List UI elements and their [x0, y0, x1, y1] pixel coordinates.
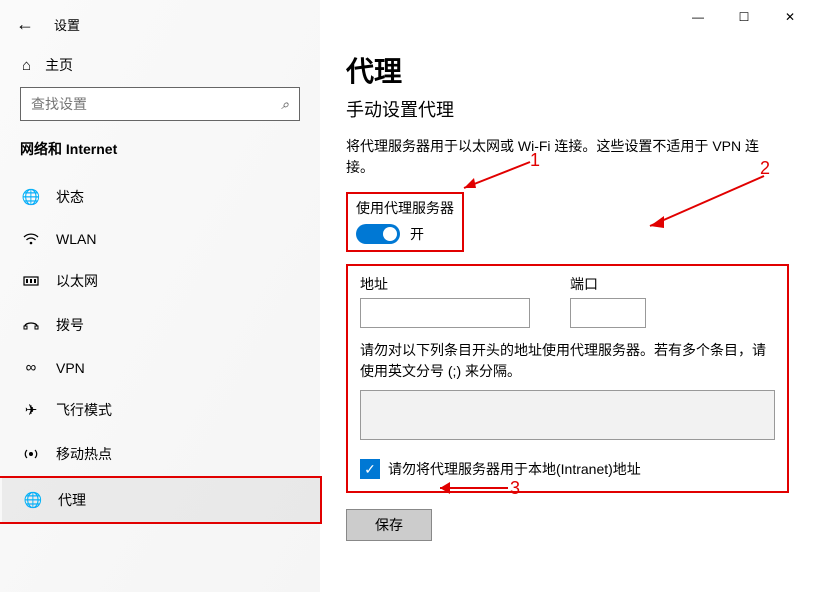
- intranet-checkbox-label: 请勿将代理服务器用于本地(Intranet)地址: [388, 459, 641, 479]
- search-icon: ⌕: [281, 96, 289, 113]
- toggle-label: 使用代理服务器: [356, 198, 454, 218]
- airplane-icon: ✈: [22, 401, 40, 419]
- sidebar-item-ethernet[interactable]: 以太网: [0, 259, 320, 303]
- minimize-button[interactable]: —: [675, 2, 721, 32]
- nav-list: 🌐 状态 WLAN 以太网 拨号 ∞ VPN ✈ 飞行模式: [0, 175, 320, 524]
- sidebar-item-label: 状态: [56, 187, 84, 207]
- proxy-details-group: 地址 端口 请勿对以下列条目开头的地址使用代理服务器。若有多个条目，请使用英文分…: [346, 264, 789, 493]
- sidebar-item-home[interactable]: ⌂ 主页: [0, 47, 320, 87]
- sidebar-item-status[interactable]: 🌐 状态: [0, 175, 320, 219]
- sidebar-item-vpn[interactable]: ∞ VPN: [0, 347, 320, 388]
- intranet-checkbox[interactable]: ✓: [360, 459, 380, 479]
- home-icon: ⌂: [22, 57, 31, 74]
- search-input[interactable]: [31, 96, 281, 112]
- search-box[interactable]: ⌕: [20, 87, 300, 121]
- sidebar-item-airplane[interactable]: ✈ 飞行模式: [0, 388, 320, 432]
- proxy-toggle-group: 使用代理服务器 开: [346, 192, 464, 252]
- address-label: 地址: [360, 274, 530, 294]
- sidebar-item-label: 飞行模式: [56, 400, 112, 420]
- sidebar-item-label: 代理: [58, 490, 86, 510]
- vpn-icon: ∞: [22, 359, 40, 376]
- port-label: 端口: [570, 274, 646, 294]
- toggle-state-label: 开: [410, 224, 424, 244]
- sidebar: ← 设置 ⌂ 主页 ⌕ 网络和 Internet 🌐 状态 WLAN 以太网: [0, 0, 320, 592]
- sidebar-item-label: 以太网: [56, 271, 98, 291]
- address-input[interactable]: [360, 298, 530, 328]
- sidebar-item-dialup[interactable]: 拨号: [0, 303, 320, 347]
- wifi-icon: [22, 232, 40, 246]
- bypass-textarea[interactable]: [360, 390, 775, 440]
- section-description: 将代理服务器用于以太网或 Wi-Fi 连接。这些设置不适用于 VPN 连接。: [346, 136, 776, 178]
- sidebar-item-label: WLAN: [56, 231, 96, 247]
- category-label: 网络和 Internet: [0, 139, 320, 169]
- arrow-2: [640, 172, 770, 235]
- content-area: — ☐ ✕ 代理 手动设置代理 将代理服务器用于以太网或 Wi-Fi 连接。这些…: [320, 0, 815, 592]
- hotspot-icon: [22, 446, 40, 462]
- sidebar-item-hotspot[interactable]: 移动热点: [0, 432, 320, 476]
- ethernet-icon: [22, 274, 40, 288]
- proxy-toggle[interactable]: [356, 224, 400, 244]
- back-button[interactable]: ←: [16, 14, 34, 35]
- window-controls: — ☐ ✕: [675, 2, 813, 32]
- annotation-1: 1: [530, 150, 540, 171]
- proxy-icon: 🌐: [24, 491, 42, 509]
- sidebar-item-label: 移动热点: [56, 444, 112, 464]
- sidebar-item-proxy[interactable]: 🌐 代理: [2, 478, 320, 522]
- sidebar-item-label: 拨号: [56, 315, 84, 335]
- window-title: 设置: [54, 15, 80, 34]
- bypass-note: 请勿对以下列条目开头的地址使用代理服务器。若有多个条目，请使用英文分号 (;) …: [360, 340, 775, 382]
- port-input[interactable]: [570, 298, 646, 328]
- annotation-2: 2: [760, 158, 770, 179]
- home-label: 主页: [45, 55, 73, 75]
- section-subtitle: 手动设置代理: [346, 96, 789, 122]
- close-button[interactable]: ✕: [767, 2, 813, 32]
- sidebar-item-label: VPN: [56, 360, 85, 376]
- sidebar-item-wlan[interactable]: WLAN: [0, 219, 320, 259]
- page-title: 代理: [346, 50, 789, 90]
- globe-icon: 🌐: [22, 188, 40, 206]
- save-button[interactable]: 保存: [346, 509, 432, 541]
- dialup-icon: [22, 318, 40, 332]
- annotation-3: 3: [510, 478, 520, 499]
- maximize-button[interactable]: ☐: [721, 2, 767, 32]
